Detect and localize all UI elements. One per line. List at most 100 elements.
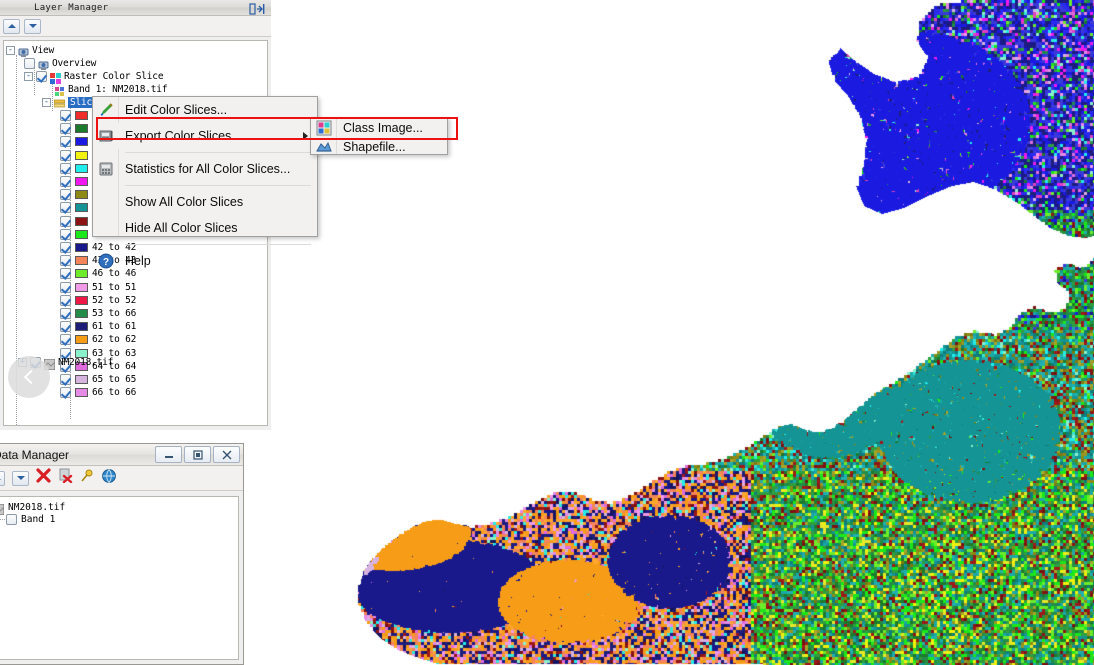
tree-node-color-slice[interactable] <box>60 135 92 148</box>
tree-node-color-slice[interactable] <box>60 215 92 228</box>
chevron-up-icon <box>0 476 1 480</box>
minimize-button[interactable] <box>155 446 182 463</box>
checkbox-color-slice[interactable] <box>60 308 71 319</box>
layer-manager-titlebar[interactable]: Layer Manager <box>0 0 271 16</box>
submenu-item-shapefile[interactable]: Shapefile... <box>311 137 447 156</box>
data-manager-item-band[interactable]: Band 1 <box>6 513 55 526</box>
landcover-pixel-layer <box>268 0 1094 665</box>
tree-node-color-slice[interactable] <box>60 201 92 214</box>
move-up-button[interactable] <box>0 471 5 486</box>
data-manager-file-list[interactable]: NM2018.tif Band 1 <box>0 496 239 660</box>
close-file-button[interactable] <box>36 468 51 488</box>
checkbox-overview[interactable] <box>24 58 35 69</box>
move-layer-up-button[interactable] <box>3 19 20 34</box>
chevron-down-icon <box>29 24 37 28</box>
context-menu[interactable]: Edit Color Slices... Export Color Slices <box>92 96 318 237</box>
expander-view[interactable]: - <box>6 46 15 55</box>
submenu-item-class-image[interactable]: Class Image... <box>311 118 447 137</box>
color-swatch <box>75 190 88 199</box>
pin-button[interactable] <box>80 469 94 488</box>
checkbox-color-slice[interactable] <box>60 334 71 345</box>
checkbox-color-slice[interactable] <box>60 150 71 161</box>
color-swatch <box>75 269 88 278</box>
tree-label-band: Band 1: NM2018.tif <box>68 84 167 95</box>
tree-node-color-slice[interactable] <box>60 162 92 175</box>
tree-node-color-slice[interactable]: 51 to 51 <box>60 281 136 294</box>
statistics-icon <box>98 161 114 177</box>
tree-label-raster-color-slice: Raster Color Slice <box>64 71 163 82</box>
checkbox-color-slice[interactable] <box>60 189 71 200</box>
tree-node-view[interactable]: - View <box>6 44 54 57</box>
checkbox-color-slice[interactable] <box>60 110 71 121</box>
menu-item-label: Help <box>125 254 151 268</box>
tree-label-color-slice: 51 to 51 <box>92 282 136 293</box>
menu-item-show-all-color-slices[interactable]: Show All Color Slices <box>93 189 317 215</box>
checkbox-color-slice[interactable] <box>60 321 71 332</box>
checkbox-color-slice[interactable] <box>60 229 71 240</box>
close-all-files-button[interactable] <box>58 468 73 488</box>
data-manager-toolbar <box>0 466 243 491</box>
menu-item-statistics[interactable]: Statistics for All Color Slices... <box>93 156 317 182</box>
data-manager-item-label: NM2018.tif <box>8 502 65 513</box>
checkbox-color-slice[interactable] <box>60 163 71 174</box>
tree-node-color-slice[interactable]: 65 to 65 <box>60 373 136 386</box>
move-layer-down-button[interactable] <box>24 19 41 34</box>
context-submenu[interactable]: Class Image... Shapefile... <box>310 117 448 155</box>
menu-item-export-color-slices[interactable]: Export Color Slices <box>93 123 317 149</box>
load-data-button[interactable] <box>101 468 117 489</box>
tree-node-color-slice[interactable] <box>60 109 92 122</box>
checkbox-color-slice[interactable] <box>60 295 71 306</box>
pin-icon[interactable] <box>249 2 265 14</box>
edit-color-slices-icon <box>98 102 114 118</box>
data-manager-titlebar[interactable]: Data Manager <box>0 444 243 466</box>
checkbox-color-slice[interactable] <box>60 268 71 279</box>
menu-item-hide-all-color-slices[interactable]: Hide All Color Slices <box>93 215 317 241</box>
menu-item-help[interactable]: ? Help <box>93 248 317 274</box>
tree-node-color-slice[interactable] <box>60 149 92 162</box>
maximize-button[interactable] <box>184 446 211 463</box>
expander-slice-group[interactable]: - <box>42 98 51 107</box>
color-swatch <box>75 309 88 318</box>
submenu-item-label: Class Image... <box>343 121 423 135</box>
checkbox-color-slice[interactable] <box>60 242 71 253</box>
checkbox-color-slice[interactable] <box>60 374 71 385</box>
tree-node-overview[interactable]: Overview <box>24 57 96 70</box>
checkbox-color-slice[interactable] <box>60 387 71 398</box>
tree-label-color-slice: 65 to 65 <box>92 374 136 385</box>
collapse-panel-button[interactable] <box>8 356 50 398</box>
checkbox-color-slice[interactable] <box>60 202 71 213</box>
tree-node-slice-group[interactable]: - Slice <box>42 96 100 109</box>
menu-item-edit-color-slices[interactable]: Edit Color Slices... <box>93 97 317 123</box>
checkbox-band[interactable] <box>6 514 17 525</box>
checkbox-color-slice[interactable] <box>60 123 71 134</box>
color-swatch <box>75 137 88 146</box>
tree-node-color-slice[interactable] <box>60 175 92 188</box>
data-manager-panel: Data Manager NM2018.tif Band 1 <box>0 443 244 665</box>
color-swatch <box>75 375 88 384</box>
checkbox-color-slice[interactable] <box>60 255 71 266</box>
tree-node-color-slice[interactable]: 61 to 61 <box>60 320 136 333</box>
tree-label-color-slice: 62 to 62 <box>92 334 136 345</box>
tree-node-color-slice[interactable]: 52 to 52 <box>60 294 136 307</box>
menu-item-label: Hide All Color Slices <box>125 221 238 235</box>
close-button[interactable] <box>213 446 240 463</box>
checkbox-color-slice[interactable] <box>60 136 71 147</box>
map-canvas[interactable]: N https://blog.csdn.net/qq_46071146 <box>268 0 1094 665</box>
shapefile-icon <box>316 139 332 155</box>
tree-node-color-slice[interactable]: 66 to 66 <box>60 386 136 399</box>
tree-node-band[interactable]: Band 1: NM2018.tif <box>54 83 167 96</box>
move-down-button[interactable] <box>12 471 29 486</box>
checkbox-color-slice[interactable] <box>60 216 71 227</box>
tree-node-color-slice[interactable]: 62 to 62 <box>60 333 136 346</box>
window-buttons <box>155 446 240 463</box>
tree-node-color-slice[interactable] <box>60 188 92 201</box>
color-swatch <box>75 111 88 120</box>
tree-node-color-slice[interactable]: 53 to 66 <box>60 307 136 320</box>
checkbox-color-slice[interactable] <box>60 282 71 293</box>
expander-raster-color-slice[interactable]: - <box>24 72 33 81</box>
tree-node-color-slice[interactable] <box>60 122 92 135</box>
tree-node-raster-color-slice[interactable]: - Raster Color Slice <box>24 70 163 83</box>
checkbox-raster-color-slice[interactable] <box>36 71 47 82</box>
color-slice-icon <box>50 71 61 82</box>
checkbox-color-slice[interactable] <box>60 176 71 187</box>
